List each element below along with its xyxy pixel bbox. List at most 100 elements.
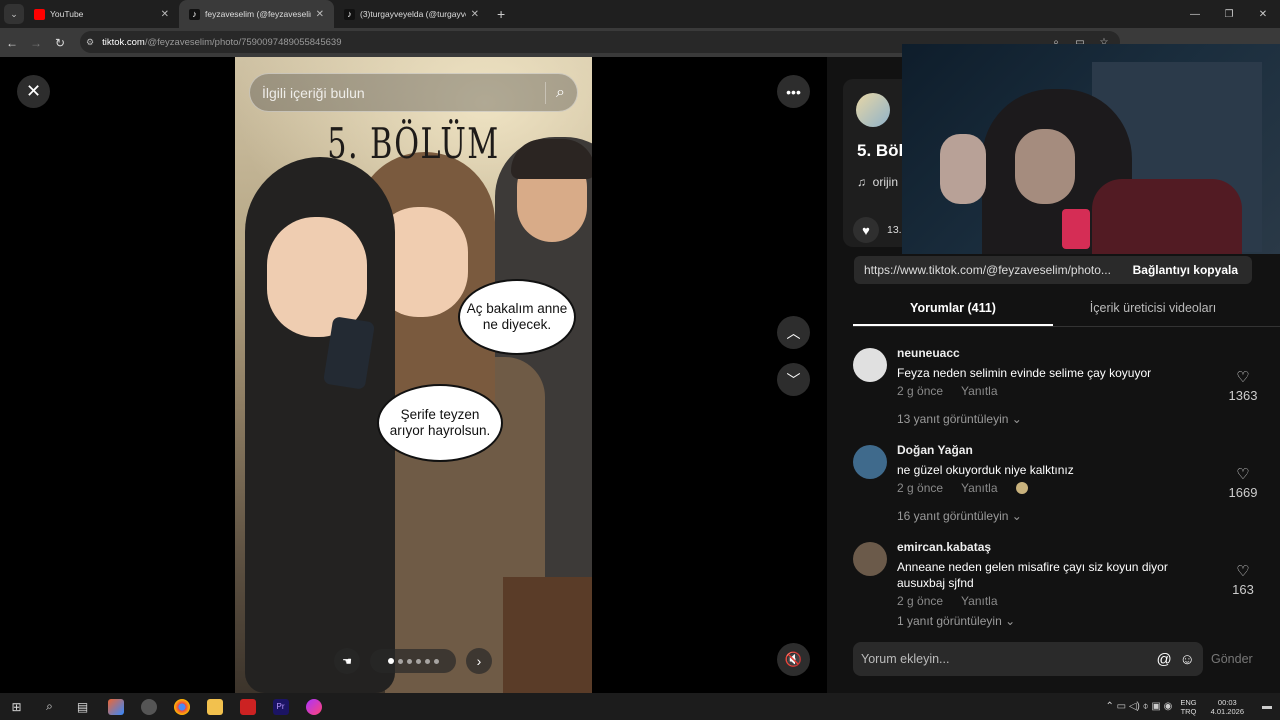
photo-slide: 5. BÖLÜM Aç bakalım anne ne diyecek. Şer… [235,57,592,693]
search-icon[interactable]: ⌕ [33,693,66,720]
app-icon[interactable] [132,693,165,720]
comment-like[interactable]: ♡ 1363 [1223,368,1263,403]
send-button[interactable]: Gönder [1211,652,1253,666]
previous-photo-button[interactable]: ☚ [334,648,360,674]
comment-username[interactable]: emircan.kabataş [897,540,1263,554]
next-post-button[interactable]: ﹀ [777,363,810,396]
like-row: ♥ 13.7 [853,217,907,243]
reply-link[interactable]: Yanıtla [961,481,997,495]
voice-app-icon[interactable] [231,693,264,720]
tab-search-button[interactable]: ⌄ [4,4,24,24]
next-photo-button[interactable]: › [466,648,492,674]
avatar[interactable] [853,445,887,479]
tray-icons[interactable]: ⌃ ▭ ◁) ⌽ ▣ ◉ [1105,701,1172,712]
url-host: tiktok.com [102,36,145,48]
notifications-icon[interactable]: ▬ [1262,701,1272,712]
back-icon[interactable]: ← [0,36,24,50]
close-tab-icon[interactable]: ✕ [161,9,169,20]
comment-meta: 2 g önce Yanıtla [897,481,1263,495]
music-info[interactable]: ♫ orijin [857,175,898,189]
messenger-icon[interactable] [297,693,330,720]
comment-username[interactable]: Doğan Yağan [897,443,1263,457]
chrome-icon[interactable] [165,693,198,720]
comment-like-count: 1363 [1228,388,1258,403]
windows-start-icon[interactable]: ⊞ [0,693,33,720]
page-dot[interactable] [397,658,403,664]
page-dot[interactable] [433,658,439,664]
more-options-button[interactable]: ••• [777,75,810,108]
webcam-face [1015,129,1075,204]
webcam-sweater [1092,179,1242,254]
chevron-down-icon: ⌄ [1011,509,1022,523]
page-dot[interactable] [424,658,430,664]
close-tab-icon[interactable]: ✕ [471,9,479,20]
speech-bubble-2: Şerife teyzen arıyor hayrolsun. [377,384,503,462]
comment-like-count: 1669 [1228,485,1258,500]
author-avatar[interactable] [856,93,890,127]
tiktok-photo-viewer: ✕ 5. BÖLÜM Aç bakalım anne ne diyecek. Ş… [0,44,1280,693]
related-search-box[interactable]: ⌕ [249,73,578,112]
window-controls: — ❐ ✕ [1178,0,1280,28]
view-replies-link[interactable]: 16 yanıt görüntüleyin ⌄ [897,509,1263,523]
emoji-icon[interactable]: ☺ [1180,651,1195,668]
comment-like-count: 163 [1232,582,1254,597]
view-replies-label: 16 yanıt görüntüleyin [897,509,1009,523]
minimize-icon[interactable]: — [1178,9,1212,20]
tab-youtube[interactable]: YouTube ✕ [24,0,179,28]
heart-outline-icon[interactable]: ♡ [1223,562,1263,580]
close-tab-icon[interactable]: ✕ [316,9,324,20]
heart-outline-icon[interactable]: ♡ [1223,368,1263,386]
site-info-icon[interactable]: ⚙ [86,37,94,48]
comment-username[interactable]: neuneuacc [897,346,1263,360]
mute-button[interactable]: 🔇 [777,643,810,676]
page-dot[interactable] [406,658,412,664]
close-viewer-button[interactable]: ✕ [17,75,50,108]
tiktok-icon: ♪ [189,8,200,20]
comment-like[interactable]: ♡ 163 [1223,562,1263,597]
comment-list: neuneuacc Feyza neden selimin evinde sel… [853,344,1263,635]
reload-icon[interactable]: ↻ [48,36,72,50]
comment-meta: 2 g önce Yanıtla [897,384,1263,398]
comment-text: Feyza neden selimin evinde selime çay ko… [897,366,1152,380]
tab-feyzaveselim[interactable]: ♪ feyzaveselim (@feyzaveselim) | ✕ [179,0,334,28]
restore-icon[interactable]: ❐ [1212,9,1246,20]
heart-icon[interactable]: ♥ [853,217,879,243]
heart-outline-icon[interactable]: ♡ [1223,465,1263,483]
music-label: orijin [872,175,899,189]
reply-link[interactable]: Yanıtla [961,594,997,608]
comment-input[interactable] [861,652,1149,666]
webcam-mug [1062,209,1090,249]
file-explorer-icon[interactable] [198,693,231,720]
new-tab-icon[interactable]: + [497,6,505,22]
copy-link-button[interactable]: Bağlantıyı kopyala [1119,263,1252,277]
forward-icon[interactable]: → [24,36,48,50]
premiere-icon[interactable]: Pr [264,693,297,720]
tab-comments[interactable]: Yorumlar (411) [853,293,1053,326]
comment-item: Doğan Yağan ne güzel okuyorduk niye kalk… [853,443,1263,538]
tab-title: (3)turgayveyelda (@turgayveye [360,9,466,19]
avatar[interactable] [853,542,887,576]
copilot-icon[interactable] [99,693,132,720]
task-view-icon[interactable]: ▤ [66,693,99,720]
comment-item: neuneuacc Feyza neden selimin evinde sel… [853,346,1263,441]
search-icon[interactable]: ⌕ [556,84,565,102]
comment-like[interactable]: ♡ 1669 [1223,465,1263,500]
comment-text: ne güzel okuyorduk niye kalktınız [897,463,1074,477]
mention-icon[interactable]: @ [1156,651,1171,668]
previous-post-button[interactable]: ︿ [777,316,810,349]
view-replies-link[interactable]: 1 yanıt görüntüleyin ⌄ [897,614,1263,628]
language-indicator[interactable]: ENG TRQ [1180,698,1196,716]
share-link-row: https://www.tiktok.com/@feyzaveselim/pho… [854,256,1252,284]
close-window-icon[interactable]: ✕ [1246,9,1280,20]
tab-turgayveyelda[interactable]: ♪ (3)turgayveyelda (@turgayveye ✕ [334,0,489,28]
clock-time: 00:03 [1217,697,1237,707]
reply-link[interactable]: Yanıtla [961,384,997,398]
tab-creator-videos[interactable]: İçerik üreticisi videoları [1053,293,1253,326]
page-dot[interactable] [415,658,421,664]
clock[interactable]: 00:03 4.01.2026 [1211,698,1244,716]
avatar[interactable] [853,348,887,382]
related-search-input[interactable] [262,84,536,101]
comment-input-bar: @ ☺ [853,642,1203,676]
view-replies-link[interactable]: 13 yanıt görüntüleyin ⌄ [897,412,1263,426]
page-dot[interactable] [387,658,394,664]
